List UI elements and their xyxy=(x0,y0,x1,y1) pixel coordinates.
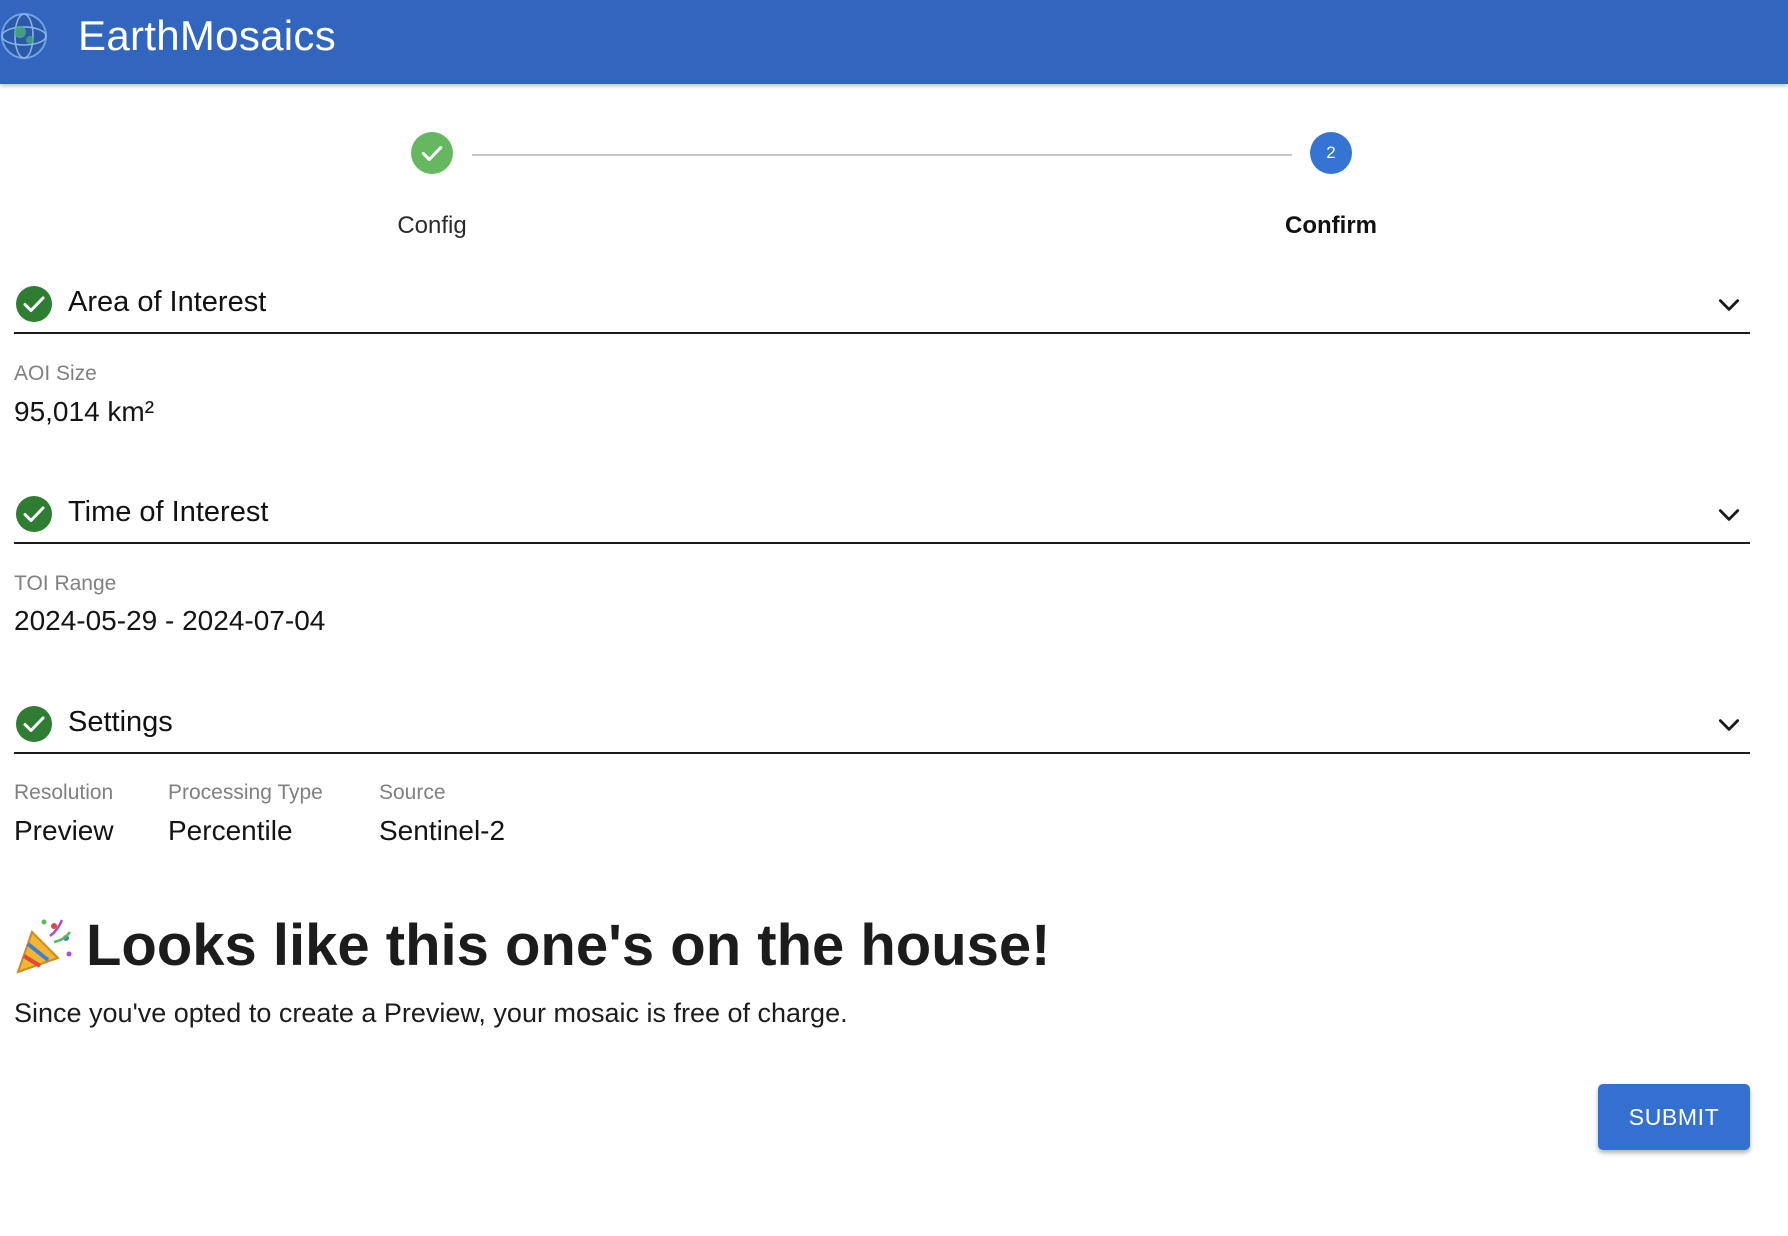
check-circle-icon xyxy=(16,706,52,742)
step-config-label[interactable]: Config xyxy=(397,212,466,240)
step-number: 2 xyxy=(1326,143,1336,162)
processing-type-value: Percentile xyxy=(168,815,293,846)
section-title: Area of Interest xyxy=(68,286,267,318)
chevron-down-icon[interactable] xyxy=(1716,712,1742,738)
resolution-label: Resolution xyxy=(14,781,114,804)
aoi-size-label: AOI Size xyxy=(14,362,97,385)
stepper-connector xyxy=(472,154,1292,156)
stepper: 2 Config Confirm xyxy=(0,130,1788,250)
section-header-toi[interactable]: Time of Interest xyxy=(14,486,1750,544)
section-title: Time of Interest xyxy=(68,496,269,528)
promo-heading: Looks like this one's on the house! xyxy=(14,912,1050,979)
section-header-aoi[interactable]: Area of Interest xyxy=(14,276,1750,334)
globe-logo-icon[interactable] xyxy=(0,0,56,72)
promo-text: Since you've opted to create a Preview, … xyxy=(14,998,848,1028)
section-header-settings[interactable]: Settings xyxy=(14,696,1750,754)
aoi-size-value: 95,014 km² xyxy=(14,396,155,427)
party-popper-icon xyxy=(16,919,72,974)
section-title: Settings xyxy=(68,706,173,738)
check-icon xyxy=(421,146,443,162)
step-confirm-label[interactable]: Confirm xyxy=(1285,212,1377,240)
resolution-value: Preview xyxy=(14,815,114,846)
chevron-down-icon[interactable] xyxy=(1716,292,1742,318)
source-value: Sentinel-2 xyxy=(379,815,506,846)
step-config-indicator[interactable] xyxy=(411,132,453,174)
chevron-down-icon[interactable] xyxy=(1716,502,1742,528)
submit-button[interactable]: SUBMIT xyxy=(1598,1084,1750,1150)
processing-type-label: Processing Type xyxy=(168,781,323,804)
toi-range-value: 2024-05-29 - 2024-07-04 xyxy=(14,605,326,636)
promo-heading-text: Looks like this one's on the house! xyxy=(86,913,1051,978)
step-confirm-indicator[interactable]: 2 xyxy=(1310,132,1352,174)
app-title: EarthMosaics xyxy=(78,12,337,59)
toi-range-label: TOI Range xyxy=(14,572,117,595)
check-circle-icon xyxy=(16,496,52,532)
check-circle-icon xyxy=(16,286,52,322)
source-label: Source xyxy=(379,781,446,804)
app-bar: EarthMosaics xyxy=(0,0,1788,84)
